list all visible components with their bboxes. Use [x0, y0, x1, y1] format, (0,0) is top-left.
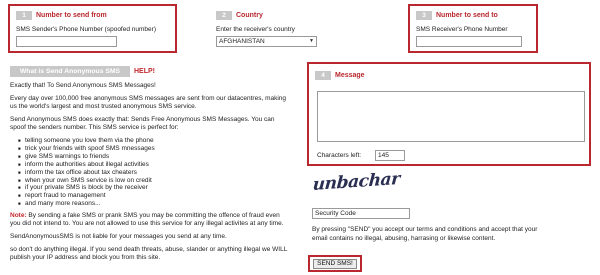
step-sender-panel: 1 Number to send from SMS Sender's Phone…: [8, 4, 177, 53]
list-item: telling someone you love them via the ph…: [18, 137, 292, 145]
info-paragraph: Send Anonymous SMS does exactly that: Se…: [10, 116, 275, 131]
help-link[interactable]: HELP!: [134, 68, 155, 75]
message-heading: 4 Message: [315, 71, 365, 80]
sender-number-label: SMS Sender's Phone Number (spoofed numbe…: [16, 26, 156, 33]
list-item: trick your friends with spoof SMS mnessa…: [18, 145, 292, 153]
message-panel: 4 Message Characters left: 145: [307, 62, 591, 166]
step-receiver-heading: 3 Number to send to: [416, 11, 498, 20]
message-title: Message: [335, 72, 365, 79]
list-item: inform the tax office about tax cheaters: [18, 169, 292, 177]
characters-left-counter: 145: [375, 150, 405, 161]
list-item: and many more reasons...: [18, 200, 292, 208]
message-textarea[interactable]: [317, 91, 585, 142]
list-item: when your own SMS service is low on cred…: [18, 177, 292, 185]
step-country-panel: 2 Country Enter the receiver's country A…: [208, 4, 318, 53]
note-text: By sending a fake SMS or prank SMS you m…: [10, 212, 284, 228]
country-selected-value: AFGHANISTAN: [219, 38, 265, 45]
step-country-title: Country: [236, 12, 263, 19]
receiver-number-label: SMS Receiver's Phone Number: [416, 26, 508, 33]
captcha-text: unbachar: [311, 169, 401, 195]
list-item: inform the authorities about illegal act…: [18, 161, 292, 169]
uses-list: telling someone you love them via the ph…: [18, 137, 292, 208]
note-tag: Note:: [10, 212, 27, 220]
characters-left-label: Characters left:: [317, 152, 362, 159]
warning-text: so don't do anything illegal. If you sen…: [10, 246, 288, 262]
list-item: give SMS warnings to friends: [18, 153, 292, 161]
step-number-badge: 2: [216, 11, 232, 20]
info-section: What is Send Anonymous SMS HELP! Exactly…: [10, 66, 292, 275]
step-receiver-panel: 3 Number to send to SMS Receiver's Phone…: [408, 4, 538, 53]
info-tab-bar: What is Send Anonymous SMS HELP!: [10, 66, 292, 77]
send-button-highlight: SEND SMS!: [308, 255, 362, 272]
country-select[interactable]: AFGHANISTAN ▼: [216, 36, 317, 47]
step-number-badge: 1: [16, 11, 32, 20]
step-country-heading: 2 Country: [216, 11, 263, 20]
security-code-input[interactable]: Security Code: [312, 208, 410, 219]
receiver-number-input[interactable]: [416, 36, 522, 47]
dropdown-arrow-icon: ▼: [309, 38, 314, 44]
step-sender-heading: 1 Number to send from: [16, 11, 107, 20]
liability-text: SendAnonymousSMS is not liable for your …: [10, 233, 227, 241]
list-item: if your private SMS is block by the rece…: [18, 184, 292, 192]
terms-text: By pressing "SEND" you accept our terms …: [312, 226, 538, 242]
step-number-badge: 3: [416, 11, 432, 20]
list-item: report fraud to management: [18, 192, 292, 200]
info-intro: Exactly that! To Send Anonymous SMS Mess…: [10, 82, 156, 89]
captcha-image: unbachar: [312, 169, 400, 198]
info-paragraph: Every day over 100,000 free anonymous SM…: [10, 95, 287, 110]
info-tab[interactable]: What is Send Anonymous SMS: [10, 66, 130, 77]
step-number-badge: 4: [315, 71, 331, 80]
step-sender-title: Number to send from: [36, 12, 107, 19]
step-receiver-title: Number to send to: [436, 12, 498, 19]
send-sms-button[interactable]: SEND SMS!: [313, 259, 357, 269]
legal-note: Note: By sending a fake SMS or prank SMS…: [10, 212, 292, 228]
sender-number-input[interactable]: [16, 36, 117, 47]
country-label: Enter the receiver's country: [216, 26, 295, 33]
